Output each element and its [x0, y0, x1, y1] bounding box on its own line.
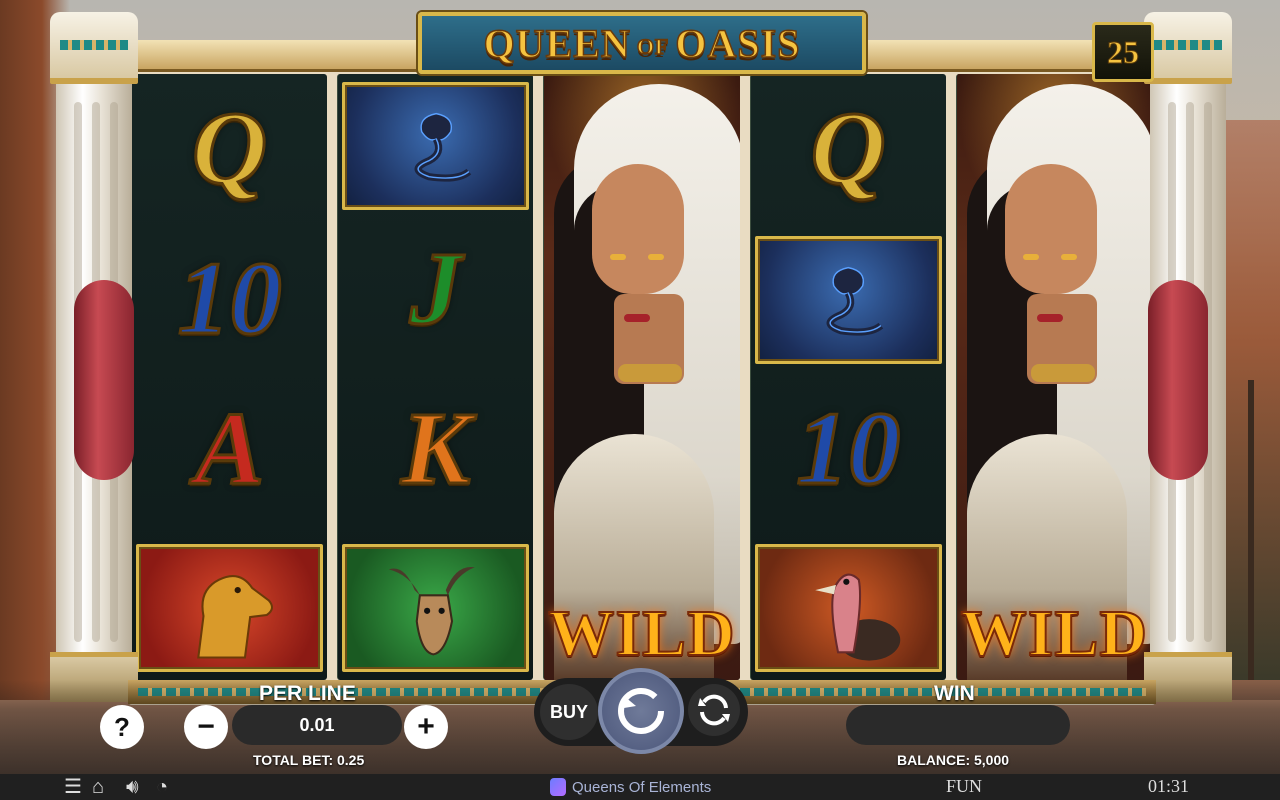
total-bet-text: TOTAL BET: 0.25 [253, 752, 365, 768]
symbol-ibex [342, 544, 530, 672]
symbol-q: Q [191, 91, 269, 206]
curtain-left [74, 280, 134, 480]
vulture-icon [815, 573, 901, 661]
symbol-10: 10 [795, 391, 902, 506]
symbol-cobra [342, 82, 530, 210]
win-display [846, 705, 1070, 745]
symbol-a: A [193, 391, 265, 506]
increase-bet-button[interactable]: + [404, 705, 448, 749]
win-label: WIN [934, 682, 975, 705]
autoplay-icon [698, 694, 730, 726]
home-icon[interactable]: ⌂ [92, 776, 104, 798]
symbol-queen-wild: WILD [544, 74, 740, 680]
palm-tree [1248, 380, 1254, 680]
symbol-k: K [400, 391, 472, 506]
provider-brand: Queens Of Elements [550, 778, 711, 796]
symbol-camel [136, 544, 324, 672]
game-mode: FUN [946, 776, 983, 796]
sound-icon[interactable]: 🔊︎ [126, 776, 139, 798]
balance-text: BALANCE: 5,000 [897, 752, 1010, 768]
ibex-icon [389, 567, 476, 656]
symbol-cobra [754, 236, 942, 364]
spin-icon [618, 688, 664, 734]
symbol-q: Q [809, 91, 887, 206]
symbol-10: 10 [176, 241, 283, 356]
decrease-bet-button[interactable]: − [184, 705, 228, 749]
menu-icon[interactable]: ☰ [64, 776, 82, 798]
cobra-icon [826, 266, 884, 336]
cobra-icon [414, 112, 471, 182]
reel-1: Q 10 A [132, 74, 328, 680]
symbol-queen-wild: WILD [956, 74, 1153, 680]
game-title-banner: QUEEN OF OASIS [418, 12, 866, 74]
turbo-icon[interactable]: ◔ [156, 776, 168, 798]
curtain-right [1148, 280, 1208, 480]
help-button[interactable]: ? [100, 705, 144, 749]
provider-name: Queens Of Elements [572, 778, 712, 796]
clock: 01:31 [1148, 776, 1190, 796]
reel-grid: Q 10 A J K WILD Q 10 WILD [132, 74, 1153, 680]
autoplay-button[interactable] [688, 684, 740, 736]
paylines-badge: 25 [1092, 22, 1154, 82]
symbol-vulture [754, 544, 942, 672]
reel-4: Q 10 [749, 74, 946, 680]
reel-2: J K [337, 74, 534, 680]
plus-icon: + [417, 710, 435, 743]
wild-label: WILD [547, 596, 736, 671]
buy-feature-button[interactable]: BUY [540, 684, 598, 740]
per-line-label: PER LINE [259, 682, 356, 705]
reel-5: WILD [955, 74, 1153, 680]
game-title: QUEEN OF OASIS [483, 20, 801, 67]
wild-label: WILD [960, 596, 1149, 671]
provider-logo-icon [550, 778, 566, 796]
bet-per-line-value: 0.01 [232, 705, 402, 745]
spin-button[interactable] [598, 668, 684, 754]
symbol-j: J [408, 231, 463, 346]
camel-icon [197, 575, 274, 659]
reel-3: WILD [543, 74, 740, 680]
minus-icon: − [197, 710, 215, 743]
